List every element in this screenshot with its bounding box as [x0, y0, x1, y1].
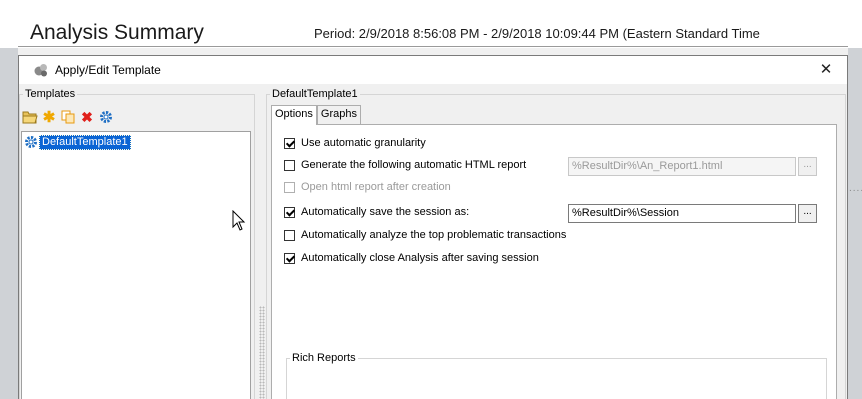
template-tabs: Options Graphs: [271, 105, 361, 125]
template-settings-legend: DefaultTemplate1: [272, 88, 358, 100]
dialog-title: Apply/Edit Template: [55, 63, 161, 77]
save-session-checkbox[interactable]: [284, 206, 295, 218]
session-browse-button[interactable]: ...: [798, 204, 817, 223]
dialog-titlebar[interactable]: Apply/Edit Template ✕: [19, 56, 847, 84]
background-strip-left: [0, 0, 18, 399]
open-html-checkbox[interactable]: [284, 181, 295, 193]
analysis-period: Period: 2/9/2018 8:56:08 PM - 2/9/2018 1…: [314, 26, 760, 41]
delete-icon[interactable]: ✖: [79, 109, 95, 125]
copy-icon[interactable]: [60, 109, 76, 125]
templates-toolbar: ✱ ✖: [22, 109, 114, 127]
gear-icon[interactable]: [98, 109, 114, 125]
analyze-top-label: Automatically analyze the top problemati…: [301, 229, 567, 241]
template-item-label: DefaultTemplate1: [39, 134, 131, 150]
tab-graphs[interactable]: Graphs: [316, 105, 361, 124]
html-report-option[interactable]: Generate the following automatic HTML re…: [284, 159, 526, 171]
pane-splitter[interactable]: [259, 306, 265, 399]
html-report-path-field[interactable]: %ResultDir%\An_Report1.html: [568, 157, 796, 176]
rich-reports-group: Rich Reports: [286, 352, 827, 399]
list-item[interactable]: DefaultTemplate1: [24, 134, 131, 150]
analysis-summary-title: Analysis Summary: [30, 21, 204, 44]
open-html-option[interactable]: Open html report after creation: [284, 181, 451, 193]
session-path-field[interactable]: %ResultDir%\Session: [568, 204, 796, 223]
html-report-browse-button[interactable]: ...: [798, 157, 817, 176]
template-gear-icon: [25, 136, 37, 148]
use-granularity-checkbox[interactable]: [284, 137, 295, 149]
use-granularity-option[interactable]: Use automatic granularity: [284, 137, 426, 149]
mouse-cursor-icon: [232, 210, 246, 231]
close-analysis-option[interactable]: Automatically close Analysis after savin…: [284, 252, 539, 264]
close-icon[interactable]: ✕: [809, 58, 843, 82]
save-session-option[interactable]: Automatically save the session as:: [284, 206, 469, 218]
html-report-label: Generate the following automatic HTML re…: [301, 159, 527, 171]
close-analysis-label: Automatically close Analysis after savin…: [301, 252, 539, 264]
options-panel: Use automatic granularity Generate the f…: [271, 124, 837, 399]
template-app-icon: [34, 64, 47, 77]
templates-list[interactable]: DefaultTemplate1: [21, 131, 251, 399]
close-analysis-checkbox[interactable]: [284, 252, 295, 264]
templates-legend: Templates: [25, 88, 76, 100]
analyze-top-option[interactable]: Automatically analyze the top problemati…: [284, 229, 566, 241]
html-report-checkbox[interactable]: [284, 159, 295, 171]
tab-options[interactable]: Options: [271, 105, 317, 125]
apply-edit-template-dialog: Apply/Edit Template ✕ Templates ✱ ✖ Defa…: [18, 55, 848, 399]
save-session-label: Automatically save the session as:: [301, 206, 470, 218]
new-star-icon[interactable]: ✱: [41, 109, 57, 125]
background-ellipsis: ....: [849, 183, 862, 194]
open-html-label: Open html report after creation: [301, 181, 451, 193]
background-strip-right: [848, 48, 862, 399]
use-granularity-label: Use automatic granularity: [301, 137, 426, 149]
rich-reports-legend: Rich Reports: [292, 352, 356, 364]
header-divider: [18, 46, 848, 47]
analyze-top-checkbox[interactable]: [284, 229, 295, 241]
open-folder-icon[interactable]: [22, 109, 38, 125]
